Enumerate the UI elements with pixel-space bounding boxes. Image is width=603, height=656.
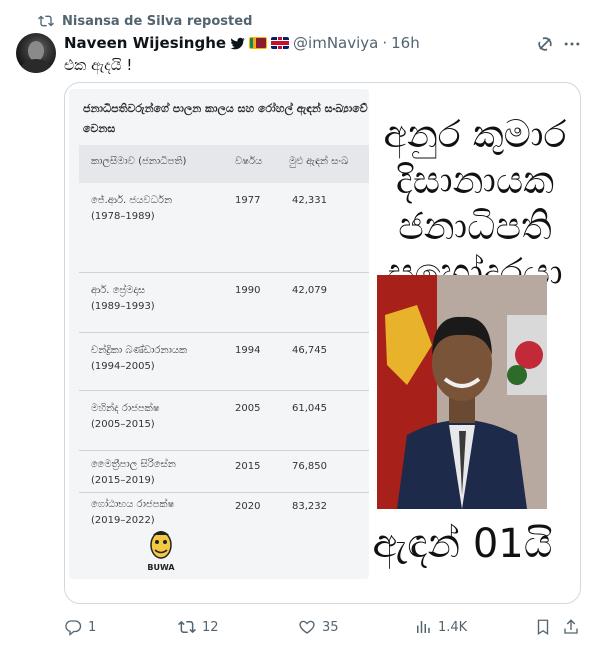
author-avatar[interactable] [16,33,56,73]
like-count: 35 [322,619,339,635]
row-year: 2020 [235,501,261,512]
tweet-text: එක ඇදයි ! [64,56,133,74]
repost-label: Nisansa de Silva reposted [62,13,253,29]
tweet-timestamp[interactable]: 16h [391,34,420,52]
row-year: 1977 [235,195,261,206]
table-header-beds: මුළු ඇඳන් සංඛ [289,156,349,167]
caption-bottom: ඇඳන් 01යි [372,521,553,567]
president-name: මෛත්‍රීපාල සිරිසේන [91,459,176,470]
table-row: ජේ.ආර්. ජයවර්ධන (1978–1989) 1977 42,331 [79,183,369,273]
portrait-photo [377,275,547,509]
tweet-header: Naveen Wijesinghe @imNaviya · 16h [64,33,420,53]
repost-icon [38,15,54,27]
president-name: ගෝඨාභය රාජපක්ෂ [91,499,175,510]
row-beds: 46,745 [292,345,327,356]
table-row: මහින්ද රාජපක්ෂ (2005–2015) 2005 61,045 [79,391,369,451]
table-row: ගෝඨාභය රාජපක්ෂ (2019–2022) 2020 83,232 [79,493,369,527]
buwa-logo-text: BUWA [147,563,175,572]
reply-button[interactable]: 1 [64,618,96,636]
like-button[interactable]: 35 [298,618,339,636]
reply-count: 1 [88,619,97,635]
row-beds: 61,045 [292,403,327,414]
analytics-icon [417,621,430,633]
repost-count: 12 [202,619,219,635]
tweet-actions: 1 12 35 1.4K [64,614,584,642]
caption-top: අනුර කුමාර දිසානායක ජනාධිපති සහෝදරයා [375,111,575,295]
row-beds: 42,079 [292,285,327,296]
author-handle[interactable]: @imNaviya [293,34,378,52]
president-name: ජේ.ආර්. ජයවර්ධන [91,195,173,206]
row-year: 1990 [235,285,261,296]
row-beds: 76,850 [292,461,327,472]
row-year: 2005 [235,403,261,414]
view-count: 1.4K [438,619,468,635]
president-name: චන්ද්‍රිකා බණ්ඩාරනායක [91,345,188,356]
table-title: ජනාධිපතිවරුන්ගේ පාලන කාලය සහ රෝහල් ඇඳන් … [83,102,368,135]
caption-line: දිසානායක [395,158,555,202]
caption-line: අනුර කුමාර [383,112,567,156]
sri-lanka-flag-icon [249,37,268,49]
caption-line: ජනාධිපති [398,204,552,248]
tweet-media[interactable]: ජනාධිපතිවරුන්ගේ පාලන කාලය සහ රෝහල් ඇඳන් … [64,82,581,604]
president-term: (1978–1989) [91,211,155,222]
heart-icon [299,620,315,634]
table-row: මෛත්‍රීපාල සිරිසේන (2015–2019) 2015 76,8… [79,451,369,493]
repost-indicator[interactable]: Nisansa de Silva reposted [38,12,252,30]
table-row: චන්ද්‍රිකා බණ්ඩාරනායක (1994–2005) 1994 4… [79,333,369,391]
bookmark-icon[interactable] [534,618,552,636]
table-header-year: වර්ෂය [235,156,263,167]
verified-bird-icon [230,37,245,49]
row-beds: 42,331 [292,195,327,206]
more-options-icon[interactable] [562,34,582,54]
grok-icon[interactable] [535,34,555,54]
president-name: මහින්ද රාජපක්ෂ [91,403,160,414]
table-header-period: කාලසීමාව (ජනාධිපති) [91,156,187,167]
president-term: (1994–2005) [91,361,155,372]
president-term: (2005–2015) [91,419,155,430]
row-year: 1994 [235,345,261,356]
reply-icon [65,620,82,636]
president-term: (1989–1993) [91,301,155,312]
views-button[interactable]: 1.4K [414,618,467,636]
president-term: (2015–2019) [91,475,155,486]
table-header: කාලසීමාව (ජනාධිපති) වර්ෂය මුළු ඇඳන් සංඛ [79,145,369,183]
president-name: ආර්. ප්‍රේමදාස [91,285,146,296]
row-year: 2015 [235,461,261,472]
author-name[interactable]: Naveen Wijesinghe [64,34,226,52]
uk-flag-icon [271,37,290,49]
table-row: ආර්. ප්‍රේමදාස (1989–1993) 1990 42,079 [79,273,369,333]
row-beds: 83,232 [292,501,327,512]
repost-button[interactable]: 12 [178,618,219,636]
separator-dot: · [382,34,388,52]
hospital-beds-table: ජනාධිපතිවරුන්ගේ පාලන කාලය සහ රෝහල් ඇඳන් … [69,89,369,579]
share-icon[interactable] [562,618,580,636]
repost-icon [178,620,196,634]
